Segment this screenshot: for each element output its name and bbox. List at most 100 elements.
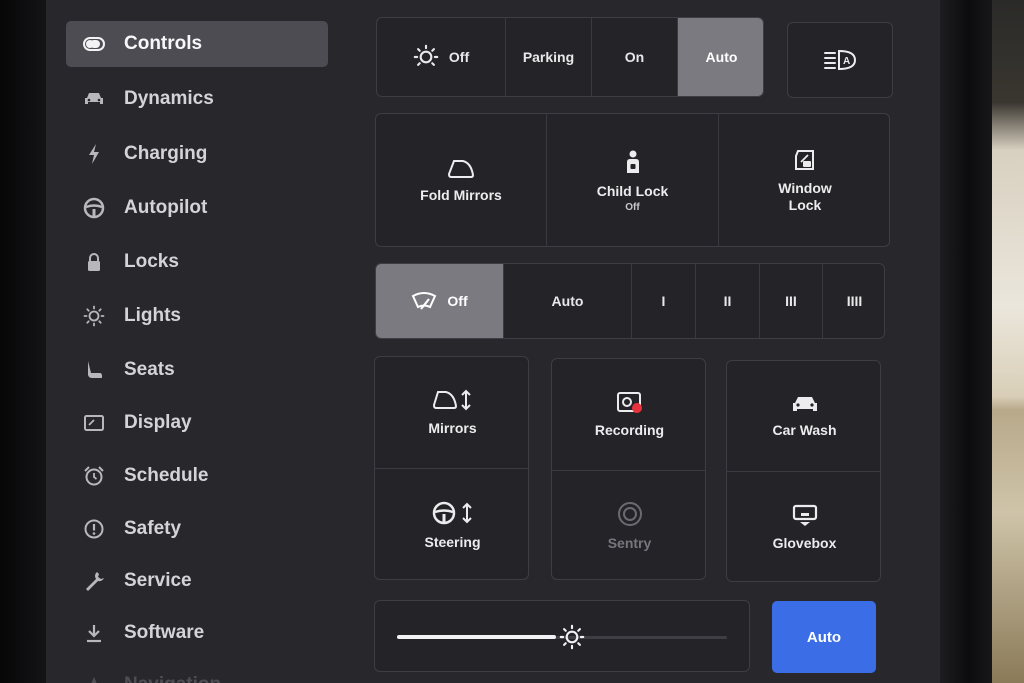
mirrors-label: Mirrors bbox=[428, 420, 477, 436]
steering-label: Steering bbox=[424, 533, 481, 550]
download-icon bbox=[82, 621, 106, 645]
sidebar-item-label: Software bbox=[124, 622, 205, 643]
brightness-auto-label: Auto bbox=[806, 628, 842, 646]
lock-icon bbox=[82, 250, 106, 274]
recording-label: Recording bbox=[594, 422, 665, 438]
alarm-clock-icon bbox=[82, 464, 106, 488]
recording-sentry-panel: Recording Sentry bbox=[551, 358, 706, 580]
sidebar-item-label: Display bbox=[124, 412, 192, 433]
sidebar-item-service[interactable]: Service bbox=[66, 558, 328, 604]
window-lock-button[interactable]: Window Lock bbox=[719, 114, 889, 246]
brightness-auto-button[interactable]: Auto bbox=[772, 601, 876, 673]
wipers-speed-1-label: I bbox=[661, 293, 666, 309]
sidebar-item-software[interactable]: Software bbox=[66, 610, 328, 656]
sidebar-item-safety[interactable]: Safety bbox=[66, 506, 328, 552]
mirror-icon bbox=[447, 159, 475, 179]
window-lock-text: Window Lock bbox=[778, 180, 832, 213]
sidebar-item-navigation[interactable]: Navigation bbox=[66, 662, 328, 683]
sidebar-item-label: Controls bbox=[124, 33, 203, 54]
sidebar-item-label: Charging bbox=[124, 143, 208, 164]
car-wash-label: Car Wash bbox=[772, 421, 837, 438]
screen-bezel-left bbox=[0, 0, 46, 683]
auto-high-beam-button[interactable]: A bbox=[787, 22, 893, 98]
steering-wheel-icon bbox=[82, 196, 106, 220]
auto-high-beam-icon: A bbox=[823, 48, 857, 72]
sidebar-item-display[interactable]: Display bbox=[66, 400, 328, 446]
controls-screen: Controls Dynamics Charging Autopilot Loc… bbox=[46, 0, 940, 683]
fold-mirrors-label: Fold Mirrors bbox=[420, 186, 502, 203]
sidebar-item-dynamics[interactable]: Dynamics bbox=[66, 76, 328, 122]
headlights-auto-label: Auto bbox=[705, 49, 738, 65]
wipers-speed-2-label: II bbox=[723, 293, 732, 309]
brightness-sun-icon[interactable] bbox=[559, 624, 585, 650]
brightness-slider-fill bbox=[397, 635, 556, 639]
wipers-speed-4-label: IIII bbox=[846, 293, 863, 309]
wipers-speed-2-option[interactable]: II bbox=[695, 264, 759, 338]
wipers-speed-4-option[interactable]: IIII bbox=[822, 264, 884, 338]
child-lock-icon bbox=[623, 149, 643, 175]
steering-adjust-button[interactable]: Steering bbox=[375, 469, 528, 579]
sun-icon bbox=[413, 44, 439, 70]
sidebar-item-lights[interactable]: Lights bbox=[66, 293, 328, 339]
mirrors-steering-panel: Mirrors Steering bbox=[374, 356, 529, 580]
sidebar-item-controls[interactable]: Controls bbox=[66, 21, 328, 67]
wipers-off-option[interactable]: Off bbox=[376, 264, 503, 338]
sentry-icon bbox=[617, 501, 643, 527]
sidebar-item-label: Seats bbox=[124, 359, 175, 380]
car-icon bbox=[791, 394, 819, 414]
navigation-icon bbox=[82, 673, 106, 683]
wipers-auto-label: Auto bbox=[551, 293, 584, 309]
seat-icon bbox=[82, 358, 106, 382]
sidebar-item-locks[interactable]: Locks bbox=[66, 239, 328, 285]
svg-text:A: A bbox=[843, 56, 850, 67]
sidebar-item-autopilot[interactable]: Autopilot bbox=[66, 185, 328, 231]
wipers-segmented-control: Off Auto I II III IIII bbox=[375, 263, 885, 339]
sun-icon bbox=[82, 304, 106, 328]
car-icon bbox=[82, 87, 106, 111]
mirrors-adjust-button[interactable]: Mirrors bbox=[375, 357, 528, 468]
child-lock-state: Off bbox=[625, 202, 640, 213]
sidebar: Controls Dynamics Charging Autopilot Loc… bbox=[46, 0, 346, 683]
alert-circle-icon bbox=[82, 517, 106, 541]
headlights-on-option[interactable]: On bbox=[591, 18, 677, 96]
sidebar-item-label: Schedule bbox=[124, 465, 209, 486]
sidebar-item-label: Locks bbox=[124, 251, 179, 272]
headlights-off-option[interactable]: Off bbox=[377, 18, 505, 96]
screen-bezel-right bbox=[940, 0, 992, 683]
steering-adjust-icon bbox=[431, 500, 475, 526]
headlights-parking-label: Parking bbox=[522, 49, 575, 65]
sidebar-item-schedule[interactable]: Schedule bbox=[66, 453, 328, 499]
wipers-speed-3-option[interactable]: III bbox=[759, 264, 822, 338]
sidebar-item-charging[interactable]: Charging bbox=[66, 131, 328, 177]
glovebox-button[interactable]: Glovebox bbox=[727, 472, 880, 581]
mirror-adjust-icon bbox=[432, 388, 474, 412]
sidebar-item-label: Navigation bbox=[124, 674, 221, 683]
display-icon bbox=[82, 411, 106, 435]
wipers-speed-1-option[interactable]: I bbox=[631, 264, 695, 338]
headlights-auto-option[interactable]: Auto bbox=[677, 18, 763, 96]
body-controls-panel: Fold Mirrors Child Lock Off Window Lock bbox=[375, 113, 890, 247]
glovebox-icon bbox=[792, 503, 818, 527]
sidebar-item-label: Lights bbox=[124, 305, 181, 326]
headlights-off-label: Off bbox=[448, 49, 470, 65]
fold-mirrors-button[interactable]: Fold Mirrors bbox=[376, 114, 546, 246]
background-scene bbox=[992, 0, 1024, 683]
recording-button[interactable]: Recording bbox=[552, 359, 705, 470]
window-lock-label: Window Lock bbox=[775, 180, 835, 214]
headlights-on-label: On bbox=[624, 49, 645, 65]
wiper-icon bbox=[411, 291, 437, 311]
wipers-off-label: Off bbox=[447, 293, 468, 309]
sentry-button[interactable]: Sentry bbox=[552, 471, 705, 579]
toggle-icon bbox=[82, 32, 106, 56]
child-lock-button[interactable]: Child Lock Off bbox=[547, 114, 718, 246]
brightness-slider-panel bbox=[374, 600, 750, 672]
wipers-auto-option[interactable]: Auto bbox=[503, 264, 631, 338]
car-wash-button[interactable]: Car Wash bbox=[727, 361, 880, 471]
window-lock-icon bbox=[793, 148, 817, 172]
headlights-parking-option[interactable]: Parking bbox=[505, 18, 591, 96]
sidebar-item-label: Service bbox=[124, 570, 192, 591]
sidebar-item-label: Dynamics bbox=[124, 88, 214, 109]
carwash-glovebox-panel: Car Wash Glovebox bbox=[726, 360, 881, 582]
dashcam-record-icon bbox=[616, 390, 644, 414]
sidebar-item-seats[interactable]: Seats bbox=[66, 347, 328, 393]
